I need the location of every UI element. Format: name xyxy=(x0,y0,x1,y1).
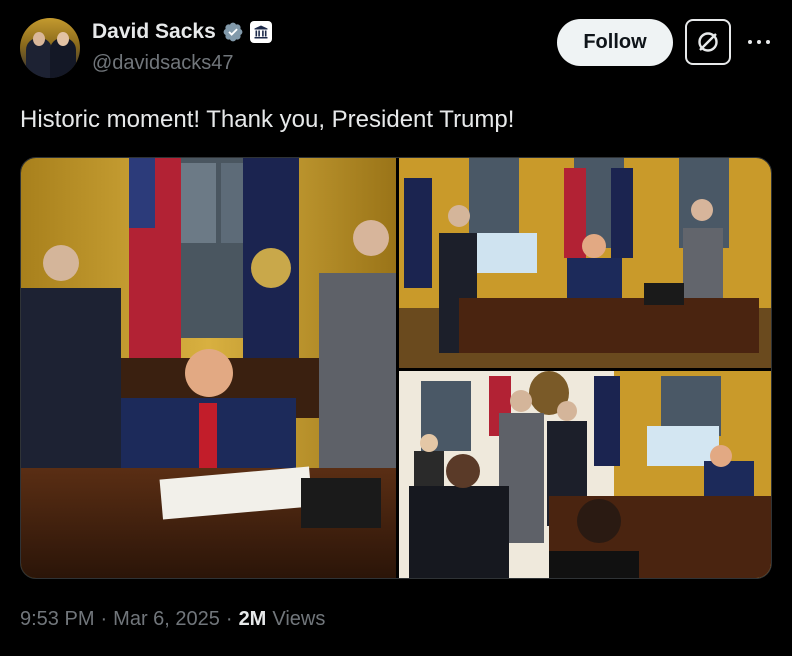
more-icon[interactable] xyxy=(744,28,774,56)
tweet-date[interactable]: Mar 6, 2025 xyxy=(113,608,220,631)
meta-separator: · xyxy=(100,608,108,630)
follow-button[interactable]: Follow xyxy=(557,19,673,66)
avatar-figure xyxy=(33,32,45,46)
grok-icon[interactable] xyxy=(685,19,731,65)
display-name[interactable]: David Sacks xyxy=(92,20,216,44)
avatar[interactable] xyxy=(20,18,80,78)
tweet-text: Historic moment! Thank you, President Tr… xyxy=(20,106,515,133)
meta-separator: · xyxy=(225,608,233,630)
media-grid xyxy=(20,157,772,579)
author-handle[interactable]: @davidsacks47 xyxy=(92,52,233,75)
oval-office-desk-photo[interactable] xyxy=(399,158,771,368)
avatar-figure xyxy=(57,32,69,46)
verified-badge-icon[interactable] xyxy=(222,21,244,43)
author-name-row: David Sacks xyxy=(92,20,272,44)
tweet-meta: 9:53 PM · Mar 6, 2025 · 2M Views xyxy=(20,608,325,631)
views-label: Views xyxy=(272,608,326,630)
views-count[interactable]: 2M xyxy=(239,608,267,631)
tweet-time[interactable]: 9:53 PM xyxy=(20,608,94,631)
oval-office-signing-photo[interactable] xyxy=(21,158,396,578)
government-building-icon[interactable] xyxy=(249,21,272,43)
oval-office-meeting-photo[interactable] xyxy=(399,371,771,578)
